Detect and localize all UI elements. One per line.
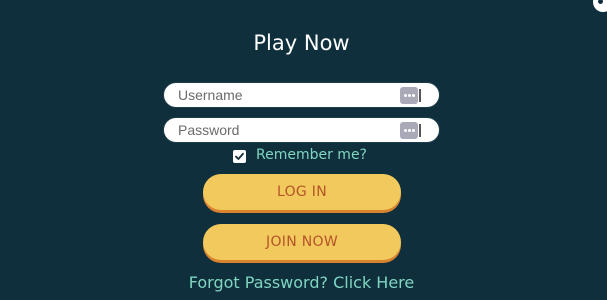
join-now-button[interactable]: JOIN NOW (203, 224, 401, 260)
page-title: Play Now (253, 31, 350, 55)
forgot-password-link[interactable]: Forgot Password? Click Here (0, 273, 603, 292)
username-input[interactable] (178, 85, 393, 105)
checkmark-icon (235, 152, 244, 160)
keychain-icon[interactable] (400, 87, 421, 104)
username-field[interactable] (163, 82, 440, 108)
login-button[interactable]: LOG IN (203, 174, 401, 210)
keychain-icon[interactable] (400, 122, 421, 139)
password-input[interactable] (178, 120, 393, 140)
remember-me-label[interactable]: Remember me? (256, 147, 367, 163)
close-icon[interactable] (593, 0, 607, 12)
password-field[interactable] (163, 117, 440, 143)
remember-me-checkbox[interactable] (233, 150, 246, 163)
